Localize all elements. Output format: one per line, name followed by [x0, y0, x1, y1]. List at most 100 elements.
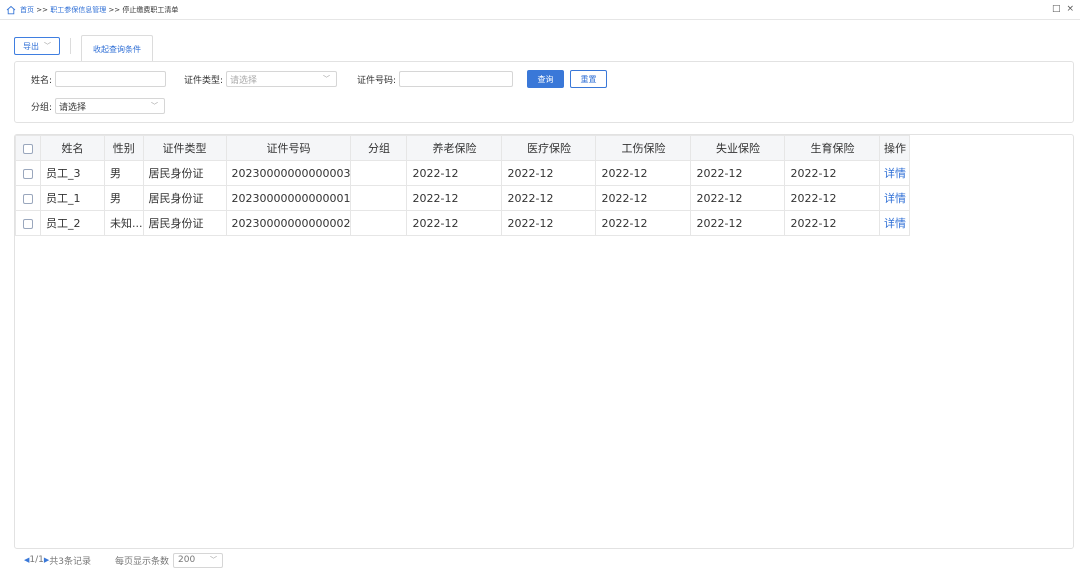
cell-unemployment: 2022-12	[690, 210, 786, 236]
id-number-filter: 证件号码:	[357, 71, 514, 87]
column-header-maternity[interactable]: 生育保险	[784, 135, 881, 161]
cell-id-number: 20230000000000003	[225, 160, 352, 186]
restore-icon[interactable]: □	[1052, 4, 1061, 14]
row-select-cell	[15, 185, 41, 211]
column-header-pension[interactable]: 养老保险	[406, 135, 503, 161]
cell-pension: 2022-12	[406, 160, 503, 186]
chevron-down-icon: ﹀	[44, 42, 51, 50]
breadcrumb-separator: >>	[108, 5, 121, 14]
home-icon[interactable]	[6, 5, 16, 15]
group-filter: 分组: 请选择 ﹀	[31, 98, 166, 114]
cell-medical: 2022-12	[501, 185, 597, 211]
cell-injury: 2022-12	[595, 160, 692, 186]
id-type-filter: 证件类型: 请选择 ﹀	[184, 71, 338, 87]
cell-maternity: 2022-12	[784, 185, 881, 211]
name-input[interactable]	[55, 71, 167, 87]
total-records: 共3条记录	[49, 556, 91, 567]
select-all-cell	[15, 135, 41, 161]
cell-gender: 男	[104, 185, 144, 211]
id-type-label: 证件类型:	[184, 75, 224, 86]
breadcrumb-bar: 首页 >> 职工参保信息管理 >> 停止缴费职工清单 □ ×	[0, 0, 1080, 20]
column-header-gender[interactable]: 性别	[104, 135, 144, 161]
column-header-action: 操作	[879, 135, 911, 161]
breadcrumb-current: 停止缴费职工清单	[122, 5, 179, 14]
table-row[interactable]: 员工_2 未知... 居民身份证 20230000000000002 2022-…	[15, 210, 911, 236]
cell-group	[350, 160, 408, 186]
row-checkbox[interactable]	[23, 193, 33, 204]
cell-group	[350, 210, 408, 236]
cell-name: 员工_3	[40, 160, 105, 186]
chevron-down-icon: ﹀	[323, 75, 331, 83]
reset-button[interactable]: 重置	[570, 70, 607, 88]
table-row[interactable]: 员工_1 男 居民身份证 20230000000000001 2022-12 2…	[15, 185, 911, 211]
column-header-group[interactable]: 分组	[350, 135, 408, 161]
details-link[interactable]: 详情	[884, 192, 906, 205]
row-checkbox[interactable]	[23, 218, 33, 229]
window-controls: □ ×	[1052, 4, 1074, 14]
details-link[interactable]: 详情	[884, 217, 906, 230]
cell-maternity: 2022-12	[784, 210, 881, 236]
group-select[interactable]: 请选择 ﹀	[55, 98, 166, 114]
name-label: 姓名:	[31, 75, 53, 86]
query-button[interactable]: 查询	[527, 70, 564, 88]
cell-pension: 2022-12	[406, 185, 503, 211]
chevron-down-icon: ﹀	[151, 102, 159, 110]
export-button-label: 导出	[23, 41, 39, 51]
page-size-value: 200	[178, 555, 196, 565]
row-select-cell	[15, 210, 41, 236]
cell-action: 详情	[879, 160, 911, 186]
breadcrumb-separator: >>	[36, 5, 48, 14]
id-type-select[interactable]: 请选择 ﹀	[226, 71, 338, 87]
cell-medical: 2022-12	[501, 160, 597, 186]
cell-medical: 2022-12	[501, 210, 597, 236]
id-number-label: 证件号码:	[357, 75, 397, 86]
cell-gender: 男	[104, 160, 144, 186]
group-selected-value: 请选择	[59, 102, 87, 113]
cell-name: 员工_1	[40, 185, 105, 211]
column-header-id-type[interactable]: 证件类型	[142, 135, 227, 161]
breadcrumb: 首页 >> 职工参保信息管理 >> 停止缴费职工清单	[20, 5, 178, 15]
column-header-name[interactable]: 姓名	[40, 135, 105, 161]
column-header-unemployment[interactable]: 失业保险	[690, 135, 786, 161]
table-row[interactable]: 员工_3 男 居民身份证 20230000000000003 2022-12 2…	[15, 160, 911, 186]
page-size-select[interactable]: 200 ﹀	[173, 552, 224, 568]
breadcrumb-module-link[interactable]: 职工参保信息管理	[50, 6, 106, 14]
cell-gender: 未知...	[104, 210, 144, 236]
cell-id-number: 20230000000000002	[225, 210, 352, 236]
details-link[interactable]: 详情	[884, 167, 906, 180]
cell-name: 员工_2	[40, 210, 105, 236]
row-select-cell	[15, 160, 41, 186]
toolbar: 导出 ﹀ 收起查询条件	[14, 35, 153, 63]
group-label: 分组:	[31, 102, 53, 113]
cell-maternity: 2022-12	[784, 160, 881, 186]
close-icon[interactable]: ×	[1066, 4, 1074, 14]
cell-id-type: 居民身份证	[142, 160, 227, 186]
export-button[interactable]: 导出 ﹀	[14, 37, 60, 55]
cell-injury: 2022-12	[595, 185, 692, 211]
collapse-query-tab[interactable]: 收起查询条件	[81, 35, 153, 63]
data-grid-panel: 姓名 性别 证件类型 证件号码 分组 养老保险 医疗保险 工伤保险 失业保险 生…	[14, 134, 1074, 549]
id-type-placeholder: 请选择	[230, 75, 258, 86]
toolbar-divider	[70, 38, 71, 54]
name-filter: 姓名:	[31, 71, 167, 87]
column-header-id-number[interactable]: 证件号码	[225, 135, 352, 161]
row-checkbox[interactable]	[23, 168, 33, 179]
cell-id-type: 居民身份证	[142, 210, 227, 236]
pager: ◀ 1/1 ▶ 共3条记录 每页显示条数 200 ﹀	[24, 552, 224, 568]
cell-injury: 2022-12	[595, 210, 692, 236]
cell-id-number: 20230000000000001	[225, 185, 352, 211]
column-header-injury[interactable]: 工伤保险	[595, 135, 692, 161]
id-number-input[interactable]	[399, 71, 514, 87]
breadcrumb-home-link[interactable]: 首页	[20, 6, 34, 14]
cell-pension: 2022-12	[406, 210, 503, 236]
cell-action: 详情	[879, 210, 911, 236]
cell-unemployment: 2022-12	[690, 160, 786, 186]
query-panel: 姓名: 证件类型: 请选择 ﹀ 证件号码: 查询 重置 分组: 请选择 ﹀	[14, 61, 1074, 123]
select-all-checkbox[interactable]	[23, 143, 33, 154]
page-info: 1/1	[29, 555, 44, 565]
cell-action: 详情	[879, 185, 911, 211]
cell-unemployment: 2022-12	[690, 185, 786, 211]
page-size-label: 每页显示条数	[115, 556, 170, 567]
column-header-medical[interactable]: 医疗保险	[501, 135, 597, 161]
query-actions: 查询 重置	[527, 70, 607, 88]
